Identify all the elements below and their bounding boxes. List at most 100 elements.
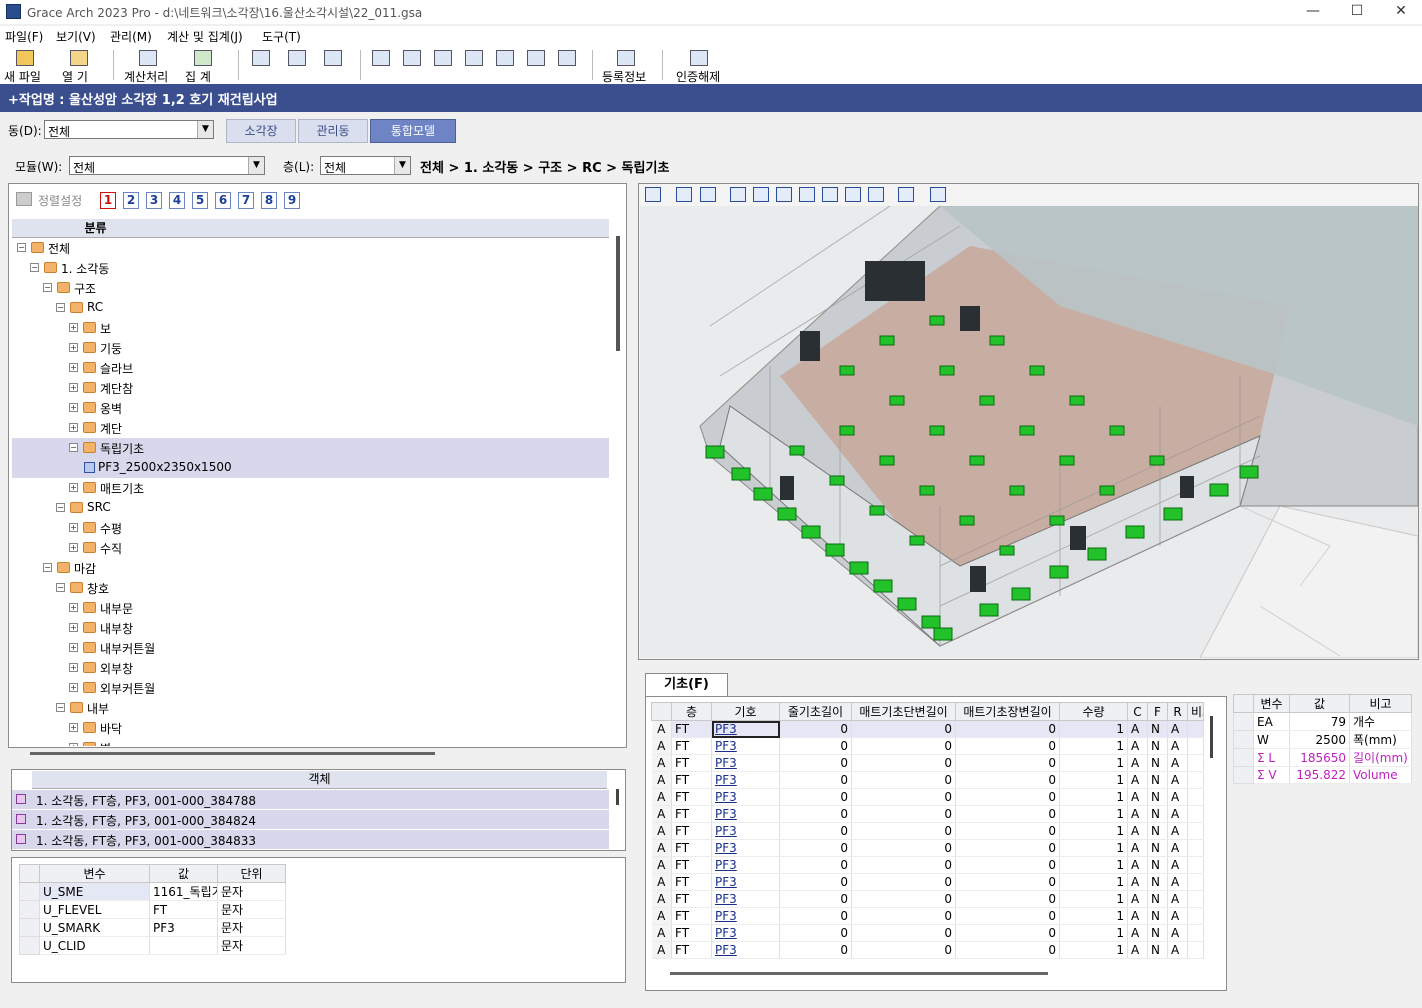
menu-manage[interactable]: 관리(M)	[110, 28, 152, 45]
print-button[interactable]	[324, 48, 346, 82]
tree-item[interactable]: + 외부창	[12, 658, 609, 678]
tool-1-button[interactable]	[372, 48, 394, 82]
row-selector[interactable]	[19, 936, 40, 955]
summary-row[interactable]: EA 79 개수	[1233, 712, 1412, 731]
tree-item[interactable]: − 구조	[12, 278, 609, 298]
tree-item[interactable]: + 매트기초	[12, 478, 609, 498]
tree-item[interactable]: − 창호	[12, 578, 609, 598]
grid-col-header[interactable]: F	[1147, 702, 1168, 721]
tool-6-button[interactable]	[527, 48, 549, 82]
grid-row[interactable]: A FT PF3 0 0 0 1 A N A	[651, 822, 1204, 840]
collapse-icon[interactable]: −	[56, 583, 65, 592]
preview-button[interactable]	[252, 48, 274, 82]
row-selector[interactable]	[1233, 730, 1254, 749]
tree-item[interactable]: − 1. 소각동	[12, 258, 609, 278]
grid-row[interactable]: A FT PF3 0 0 0 1 A N A	[651, 754, 1204, 772]
tree-item[interactable]: − 전체	[12, 238, 609, 258]
grid-row[interactable]: A FT PF3 0 0 0 1 A N A	[651, 924, 1204, 942]
expand-icon[interactable]: +	[69, 723, 78, 732]
expand-icon[interactable]: +	[69, 383, 78, 392]
tree-scrollbar[interactable]	[616, 236, 620, 351]
level-tab-2[interactable]: 2	[123, 192, 139, 209]
expand-icon[interactable]: +	[69, 423, 78, 432]
menu-tools[interactable]: 도구(T)	[262, 28, 301, 45]
grid-col-header[interactable]: C	[1127, 702, 1148, 721]
grid-row[interactable]: A FT PF3 0 0 0 1 A N A	[651, 805, 1204, 823]
calculate-button[interactable]: 계산처리	[122, 48, 174, 84]
grid-col-header[interactable]: 층	[671, 702, 712, 721]
level-tab-7[interactable]: 7	[238, 192, 254, 209]
object-row[interactable]: 1. 소각동, FT층, PF3, 001-000_384833	[12, 830, 609, 849]
collapse-icon[interactable]: −	[56, 303, 65, 312]
symbol-link[interactable]: PF3	[711, 737, 780, 755]
3d-model-view[interactable]	[640, 206, 1418, 658]
grid-scrollbar[interactable]	[1210, 716, 1213, 758]
variable-row[interactable]: U_SMARK PF3 문자	[19, 918, 286, 937]
grid-row[interactable]: A FT PF3 0 0 0 1 A N A	[651, 890, 1204, 908]
expand-icon[interactable]: +	[69, 743, 78, 746]
tab-foundation[interactable]: 기초(F)	[645, 673, 728, 697]
object-row[interactable]: 1. 소각동, FT층, PF3, 001-000_384788	[12, 790, 609, 809]
collapse-icon[interactable]: −	[56, 703, 65, 712]
expand-icon[interactable]: +	[69, 643, 78, 652]
symbol-link[interactable]: PF3	[711, 839, 780, 857]
grid-col-header[interactable]: 매트기초단변길이	[851, 702, 956, 721]
summary-row[interactable]: Σ L 185650 길이(mm)	[1233, 748, 1412, 767]
grid-row[interactable]: A FT PF3 0 0 0 1 A N A	[651, 839, 1204, 857]
collapse-icon[interactable]: −	[30, 263, 39, 272]
view-tool-7-icon[interactable]	[799, 187, 815, 202]
view-tool-5-icon[interactable]	[753, 187, 769, 202]
collapse-icon[interactable]: −	[17, 243, 26, 252]
row-selector[interactable]	[1233, 748, 1254, 767]
expand-icon[interactable]: +	[69, 343, 78, 352]
view-tool-2-icon[interactable]	[676, 187, 692, 202]
variable-row[interactable]: U_CLID 문자	[19, 936, 286, 955]
tree-item[interactable]: − SRC	[12, 498, 609, 518]
symbol-link[interactable]: PF3	[711, 771, 780, 789]
level-tab-8[interactable]: 8	[261, 192, 277, 209]
symbol-link[interactable]: PF3	[711, 907, 780, 925]
symbol-link[interactable]: PF3	[711, 754, 780, 772]
menu-calc-aggregate[interactable]: 계산 및 집계(J)	[167, 28, 243, 45]
symbol-link[interactable]: PF3	[711, 856, 780, 874]
tool-7-button[interactable]	[558, 48, 580, 82]
tree-hscrollbar[interactable]	[30, 752, 435, 755]
grid-row[interactable]: A FT PF3 0 0 0 1 A N A	[651, 873, 1204, 891]
tool-3-button[interactable]	[434, 48, 456, 82]
expand-icon[interactable]: +	[69, 683, 78, 692]
grid-row[interactable]: A FT PF3 0 0 0 1 A N A	[651, 737, 1204, 755]
tab-incinerator[interactable]: 소각장	[226, 119, 296, 143]
row-selector[interactable]	[19, 882, 40, 901]
symbol-link[interactable]: PF3	[711, 805, 780, 823]
sort-settings-button[interactable]: 정렬설정	[14, 190, 94, 210]
maximize-button[interactable]: ☐	[1334, 0, 1380, 24]
objects-scrollbar[interactable]	[616, 789, 619, 805]
tree-item[interactable]: + 내부문	[12, 598, 609, 618]
row-selector[interactable]	[1233, 766, 1254, 784]
row-selector[interactable]	[19, 900, 40, 919]
expand-icon[interactable]: +	[69, 483, 78, 492]
tree-item[interactable]: + 기둥	[12, 338, 609, 358]
grid-col-header[interactable]: 비고	[1187, 702, 1204, 721]
variable-row[interactable]: U_SME 1161_독립기 문자	[19, 882, 286, 901]
collapse-icon[interactable]: −	[43, 563, 52, 572]
symbol-link[interactable]: PF3	[711, 822, 780, 840]
open-button[interactable]: 열 기	[58, 48, 100, 84]
object-row[interactable]: 1. 소각동, FT층, PF3, 001-000_384824	[12, 810, 609, 829]
register-info-button[interactable]: 등록정보	[600, 48, 654, 84]
aggregate-button[interactable]: 집 계	[182, 48, 226, 84]
collapse-icon[interactable]: −	[69, 443, 78, 452]
tree-item[interactable]: + 바닥	[12, 718, 609, 738]
grid-row[interactable]: A FT PF3 0 0 0 1 A N A	[651, 771, 1204, 789]
tree-item[interactable]: PF3_2500x2350x1500	[12, 458, 609, 478]
tree-item[interactable]: − RC	[12, 298, 609, 318]
level-tab-6[interactable]: 6	[215, 192, 231, 209]
view-tool-9-icon[interactable]	[845, 187, 861, 202]
tree-item[interactable]: + 수직	[12, 538, 609, 558]
expand-icon[interactable]: +	[69, 323, 78, 332]
view-tool-4-icon[interactable]	[730, 187, 746, 202]
summary-row[interactable]: Σ V 195.822 Volume	[1233, 766, 1412, 784]
tab-integrated-model[interactable]: 통합모델	[370, 119, 456, 143]
level-tab-9[interactable]: 9	[284, 192, 300, 209]
view-tool-3-icon[interactable]	[700, 187, 716, 202]
